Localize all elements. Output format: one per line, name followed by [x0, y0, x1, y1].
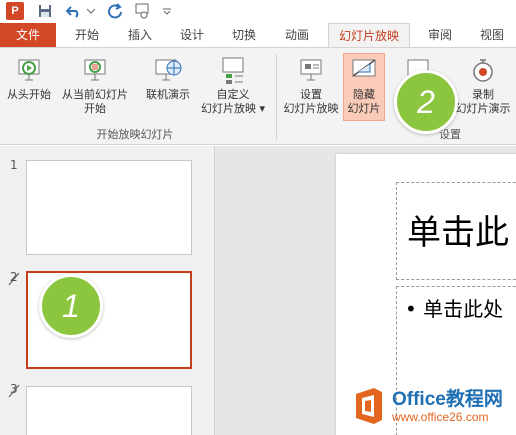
hidden-slide-strike-icon: [8, 272, 20, 286]
record-label-2: 幻灯片演示: [455, 102, 511, 115]
from-current-slide-button[interactable]: 从当前幻灯片 开始: [56, 54, 134, 116]
powerpoint-logo-icon[interactable]: P: [6, 2, 24, 20]
setup-slide-show-icon: [295, 54, 327, 86]
tab-view[interactable]: 视图: [470, 23, 514, 47]
tab-animations[interactable]: 动画: [274, 23, 320, 47]
watermark-title: Office教程网: [392, 389, 503, 410]
record-icon: [467, 54, 499, 86]
save-icon[interactable]: [36, 2, 54, 20]
from-current-slide-label-1: 从当前幻灯片: [62, 88, 128, 101]
tab-home[interactable]: 开始: [64, 23, 110, 47]
from-beginning-icon: [13, 54, 45, 86]
undo-dropdown-icon[interactable]: [86, 2, 96, 20]
tab-insert[interactable]: 插入: [118, 23, 162, 47]
title-placeholder-text: 单击此: [407, 213, 509, 253]
custom-slide-show-icon: [217, 54, 249, 86]
powerpoint-window: P 文件 开始 插入 设计 切换 动画 幻灯片放映 审阅 视图 从头开始 从当前…: [0, 0, 516, 435]
quick-access-toolbar: P: [0, 0, 516, 23]
title-placeholder[interactable]: 单击此: [396, 182, 516, 280]
custom-slide-show-label-1: 自定义: [216, 88, 250, 101]
customize-qat-icon[interactable]: [162, 2, 172, 20]
group-separator: [276, 54, 277, 140]
slide-thumbnails-pane: 1 2 3: [0, 146, 215, 435]
present-online-icon: [152, 54, 184, 86]
watermark: Office教程网 www.office26.com: [352, 382, 516, 434]
from-beginning-label: 从头开始: [7, 88, 51, 101]
record-label-1: 录制: [472, 88, 494, 101]
tab-transitions[interactable]: 切换: [222, 23, 266, 47]
slide-thumbnail-1[interactable]: [26, 160, 192, 255]
tab-file[interactable]: 文件: [0, 23, 56, 47]
present-online-label: 联机演示: [146, 88, 190, 101]
from-current-slide-label-2: 开始: [84, 102, 106, 115]
slide-number-3-hidden: 3: [8, 382, 20, 398]
custom-slide-show-label-2: 幻灯片放映 ▾: [200, 102, 266, 115]
callout-badge-1: 1: [39, 274, 103, 338]
hide-slide-label-2: 幻灯片: [347, 102, 381, 115]
hide-slide-icon: [348, 54, 380, 86]
hide-slide-button[interactable]: 隐藏 幻灯片: [343, 53, 385, 121]
ribbon-tabs: 文件 开始 插入 设计 切换 动画 幻灯片放映 审阅 视图: [0, 23, 516, 48]
tab-slide-show[interactable]: 幻灯片放映: [328, 23, 410, 48]
present-online-button[interactable]: 联机演示: [140, 54, 196, 102]
group-start-slide-show-label: 开始放映幻灯片: [96, 128, 174, 141]
office-logo-icon: [356, 388, 382, 424]
tab-review[interactable]: 审阅: [418, 23, 462, 47]
undo-icon[interactable]: [64, 2, 84, 20]
hide-slide-label-1: 隐藏: [353, 88, 375, 101]
setup-slide-show-label-1: 设置: [300, 88, 322, 101]
from-beginning-button[interactable]: 从头开始: [2, 54, 56, 102]
tab-design[interactable]: 设计: [170, 23, 214, 47]
watermark-url: www.office26.com: [392, 410, 489, 424]
callout-badge-2: 2: [394, 70, 458, 134]
touch-mode-icon[interactable]: [134, 2, 154, 20]
custom-slide-show-button[interactable]: 自定义 幻灯片放映 ▾: [196, 54, 270, 116]
hidden-slide-strike-icon: [8, 384, 20, 398]
body-placeholder-text: • 单击此处: [405, 297, 504, 321]
from-current-slide-icon: [79, 54, 111, 86]
setup-slide-show-label-2: 幻灯片放映: [283, 102, 339, 115]
slide-thumbnail-3[interactable]: [26, 386, 192, 435]
record-slide-show-button[interactable]: 录制 幻灯片演示: [452, 54, 514, 116]
slide-number-2-hidden: 2: [8, 270, 20, 286]
redo-icon[interactable]: [106, 2, 124, 20]
setup-slide-show-button[interactable]: 设置 幻灯片放映: [280, 54, 342, 116]
slide-number-1: 1: [10, 158, 18, 172]
